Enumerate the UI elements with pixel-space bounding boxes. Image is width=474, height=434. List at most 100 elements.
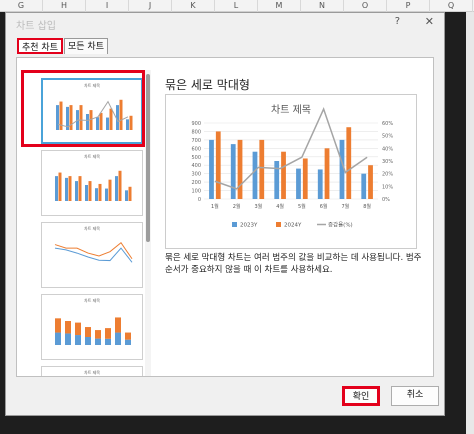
x-tick-label: 5월 (298, 203, 306, 210)
legend-swatch (276, 222, 281, 227)
close-icon[interactable]: ✕ (425, 15, 434, 28)
thumbnail-chart (43, 371, 141, 376)
chart-thumbnail-area[interactable]: 차트 제목 (41, 366, 143, 376)
y2-tick-label: 30% (382, 159, 393, 165)
column-header-P[interactable]: P (387, 0, 430, 12)
thumb-bar (55, 332, 61, 345)
thumb-bar (88, 181, 92, 201)
y-tick-label: 100 (191, 189, 201, 195)
thumb-bar (98, 183, 102, 201)
ok-button[interactable]: 확인 (342, 386, 380, 406)
x-tick-label: 3월 (254, 203, 262, 210)
bar-2024 (324, 148, 330, 199)
cancel-button[interactable]: 취소 (391, 386, 439, 406)
column-header-G[interactable]: G (0, 0, 43, 12)
thumb-bar (65, 177, 68, 201)
thumb-bar (85, 185, 88, 201)
thumb-bar (125, 190, 128, 201)
thumb-bar (108, 179, 112, 201)
column-header-Q[interactable]: Q (430, 0, 473, 12)
sheet-vertical-scrollbar[interactable] (466, 12, 474, 434)
chart-panel: 차트 제목 차트 제목 차트 제목 차트 제목 차트 제목 묶은 세로 막대형 차트 제… (16, 57, 434, 377)
thumbnail-chart (55, 317, 131, 345)
column-header-N[interactable]: N (301, 0, 344, 12)
thumbnail-scrollbar[interactable] (145, 70, 151, 376)
insert-chart-dialog: 차트 삽입 ? ✕ 추천 차트 모든 차트 차트 제목 차트 제목 차트 제목 차트 … (5, 12, 445, 416)
legend-label: 2023Y (240, 223, 258, 229)
thumb-bar (118, 170, 122, 201)
column-header-J[interactable]: J (129, 0, 172, 12)
thumb-bar (78, 176, 82, 201)
bar-2023 (230, 144, 236, 199)
thumb-bar (55, 318, 61, 333)
bar-2024 (346, 127, 352, 199)
bar-2024 (368, 165, 373, 199)
column-header-L[interactable]: L (215, 0, 258, 12)
column-header-O[interactable]: O (344, 0, 387, 12)
chart-thumbnail-bar[interactable]: 차트 제목 (41, 150, 143, 216)
thumb-bar (125, 332, 131, 340)
sheet-column-header: GHIJKLMNOPQ (0, 0, 474, 12)
bar-2024 (259, 139, 265, 199)
x-tick-label: 7월 (341, 203, 349, 210)
bar-2023 (209, 139, 214, 199)
thumb-bar (125, 339, 131, 345)
thumb-bar (85, 337, 91, 345)
dialog-titlebar: 차트 삽입 ? ✕ (6, 13, 444, 33)
y2-tick-label: 0% (382, 197, 390, 203)
tab-all-charts[interactable]: 모든 차트 (64, 38, 108, 54)
chart-thumbnail-line[interactable]: 차트 제목 (41, 222, 143, 288)
chart-thumbnail-stacked[interactable]: 차트 제목 (41, 294, 143, 360)
x-tick-label: 4월 (276, 203, 284, 210)
x-tick-label: 6월 (320, 203, 328, 210)
column-header-I[interactable]: I (86, 0, 129, 12)
bar-2023 (317, 169, 323, 199)
bar-2023 (274, 161, 280, 199)
thumbnail-highlight (21, 70, 145, 147)
thumb-bar (58, 172, 62, 201)
bar-2024 (302, 158, 308, 199)
thumb-bar (95, 338, 101, 345)
thumb-bar (75, 181, 78, 201)
bar-2024 (215, 131, 221, 199)
legend-swatch (232, 222, 237, 227)
column-header-M[interactable]: M (258, 0, 301, 12)
thumbnail-chart (55, 170, 132, 201)
chart-title: 차트 제목 (271, 104, 311, 116)
tab-recommended-charts[interactable]: 추천 차트 (17, 38, 63, 54)
thumb-line (54, 242, 133, 260)
thumb-bar (128, 186, 132, 201)
thumb-bar (65, 333, 71, 345)
chart-preview: 차트 제목 0 100 200 300 400 500 600 700 800 900 0% 10% 20… (165, 94, 417, 249)
preview-chart: 차트 제목 0 100 200 300 400 500 600 700 800 900 0% 10% 20… (191, 104, 393, 229)
bar-2024 (237, 139, 243, 199)
thumbnail-chart (54, 242, 133, 263)
bar-2023 (296, 168, 301, 199)
dialog-title: 차트 삽입 (16, 21, 56, 32)
thumb-bar (75, 322, 81, 336)
y2-tick-label: 40% (382, 146, 393, 152)
y-tick-label: 600 (191, 146, 201, 152)
bar-2023 (252, 151, 258, 199)
thumb-bar (55, 176, 58, 201)
x-tick-label: 8월 (363, 203, 371, 210)
thumb-bar (105, 338, 111, 345)
chart-description: 묶은 세로 막대형 차트는 여러 범주의 값을 비교하는 데 사용됩니다. 범주… (165, 253, 422, 275)
x-tick-label: 2월 (233, 203, 241, 210)
thumb-bar (115, 317, 121, 333)
thumb-line (54, 247, 133, 263)
help-icon[interactable]: ? (395, 16, 400, 27)
column-header-H[interactable]: H (43, 0, 86, 12)
y-tick-label: 300 (191, 172, 201, 178)
thumb-bar (85, 327, 91, 337)
thumb-bar (95, 188, 98, 201)
column-header-K[interactable]: K (172, 0, 215, 12)
scrollbar-thumb[interactable] (146, 74, 150, 242)
y2-tick-label: 60% (382, 121, 393, 127)
selected-chart-name: 묶은 세로 막대형 (165, 78, 250, 92)
x-tick-label: 1월 (211, 203, 219, 210)
thumb-bar (65, 321, 71, 334)
bar-2024 (281, 151, 286, 199)
legend-label: 증감율(%) (328, 222, 353, 229)
y2-tick-label: 10% (382, 184, 393, 190)
